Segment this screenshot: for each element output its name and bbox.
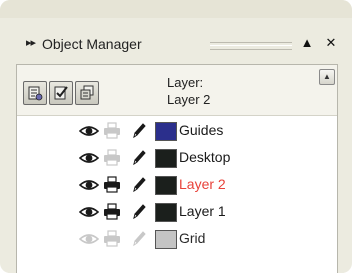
- title-bar-rule: [210, 42, 292, 50]
- panel-title: Object Manager: [42, 36, 142, 52]
- window-frame: ▸▸ Object Manager ▲ ✕ Layer: Layer 2 ▲ G…: [0, 0, 352, 273]
- layer-row[interactable]: Guides: [17, 120, 337, 142]
- layer-color-swatch[interactable]: [155, 203, 177, 222]
- layer-name[interactable]: Desktop: [179, 149, 230, 165]
- scroll-up-button[interactable]: ▲: [319, 69, 335, 85]
- printable-printer-icon[interactable]: [103, 122, 121, 144]
- edit-across-layers-icon: [54, 86, 68, 100]
- editable-pencil-icon[interactable]: [131, 149, 147, 171]
- editable-pencil-icon[interactable]: [131, 176, 147, 198]
- editable-pencil-icon[interactable]: [131, 203, 147, 225]
- printable-printer-icon[interactable]: [103, 176, 121, 198]
- layer-color-swatch[interactable]: [155, 230, 177, 249]
- layer-row[interactable]: Grid: [17, 228, 337, 250]
- visibility-eye-icon[interactable]: [78, 123, 100, 144]
- visibility-eye-icon[interactable]: [78, 177, 100, 198]
- edit-across-layers-button[interactable]: [49, 81, 73, 105]
- layer-color-swatch[interactable]: [155, 122, 177, 141]
- layer-name[interactable]: Guides: [179, 122, 223, 138]
- printable-printer-icon[interactable]: [103, 149, 121, 171]
- layer-row[interactable]: Desktop: [17, 147, 337, 169]
- layer-color-swatch[interactable]: [155, 176, 177, 195]
- visibility-eye-icon[interactable]: [78, 150, 100, 171]
- show-properties-button[interactable]: [23, 81, 47, 105]
- current-layer-name: Layer 2: [167, 92, 211, 107]
- printable-printer-icon[interactable]: [103, 203, 121, 225]
- minimize-panel-button[interactable]: ▲: [298, 34, 316, 52]
- editable-pencil-icon[interactable]: [131, 122, 147, 144]
- layer-manager-view-button[interactable]: [75, 81, 99, 105]
- layer-name[interactable]: Layer 1: [179, 203, 226, 219]
- layer-row[interactable]: Layer 2: [17, 174, 337, 196]
- layer-row[interactable]: Layer 1: [17, 201, 337, 223]
- screenshot: ▸▸ Object Manager ▲ ✕ Layer: Layer 2 ▲ G…: [0, 0, 352, 273]
- layer-manager-view-icon: [80, 85, 94, 100]
- layer-name[interactable]: Layer 2: [179, 176, 226, 192]
- object-manager-content: Layer: Layer 2 ▲ Guides Desktop Layer 2 Lay…: [16, 64, 338, 273]
- current-layer-caption: Layer:: [167, 75, 204, 90]
- show-properties-icon: [28, 86, 43, 101]
- printable-printer-icon[interactable]: [103, 230, 121, 252]
- object-manager-toolbar: Layer: Layer 2 ▲: [17, 65, 337, 116]
- panel-title-bar[interactable]: ▸▸ Object Manager ▲ ✕: [8, 20, 344, 60]
- close-panel-button[interactable]: ✕: [322, 34, 340, 52]
- visibility-eye-icon[interactable]: [78, 204, 100, 225]
- visibility-eye-icon[interactable]: [78, 231, 100, 252]
- layer-name[interactable]: Grid: [179, 230, 205, 246]
- layer-color-swatch[interactable]: [155, 149, 177, 168]
- object-manager-panel: ▸▸ Object Manager ▲ ✕ Layer: Layer 2 ▲ G…: [8, 20, 344, 273]
- dock-grip-icon[interactable]: ▸▸: [26, 36, 36, 49]
- top-strip: [0, 0, 352, 18]
- editable-pencil-icon[interactable]: [131, 230, 147, 252]
